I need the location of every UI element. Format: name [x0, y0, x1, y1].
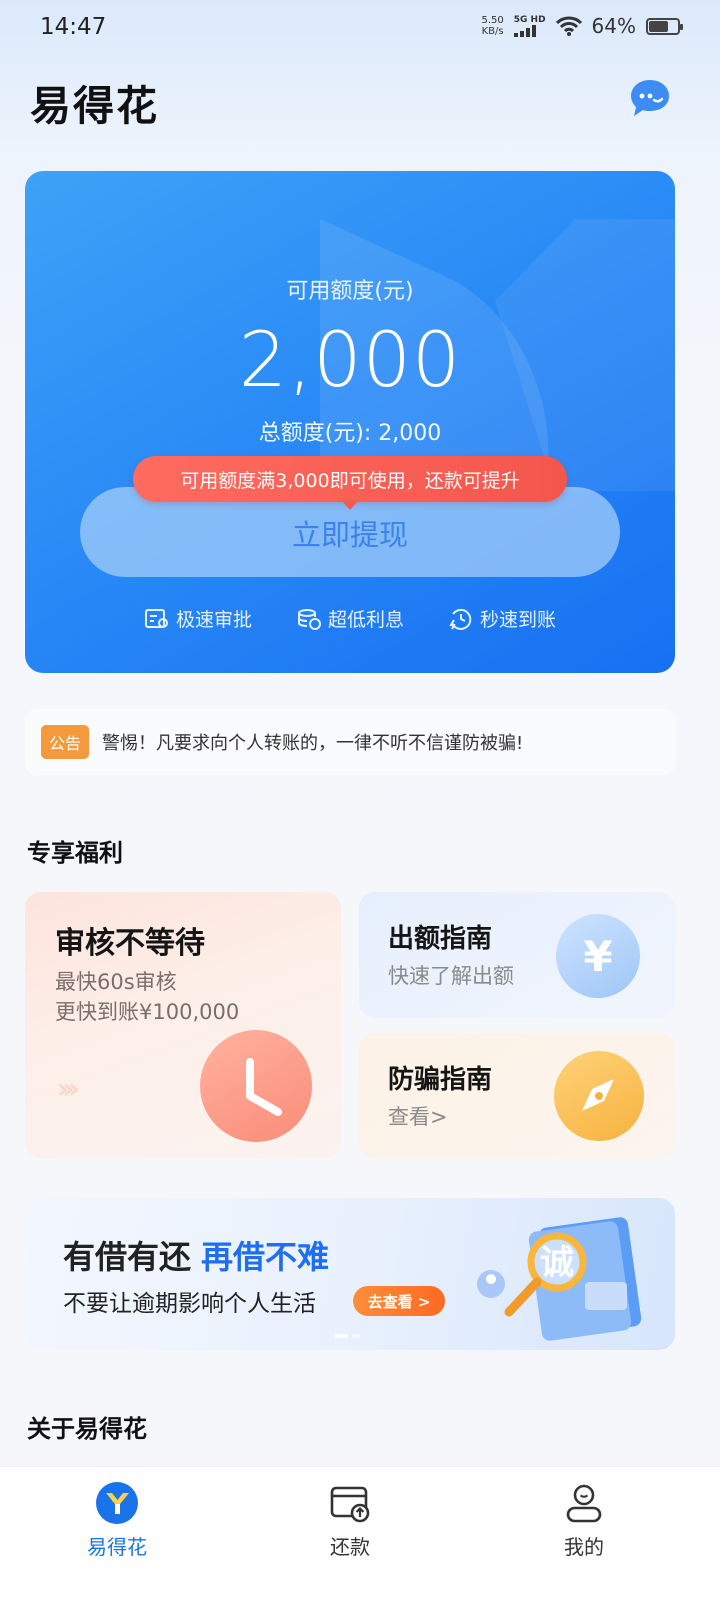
available-credit-label: 可用额度(元) — [286, 279, 414, 304]
total-credit-label: 总额度(元): 2,000 — [258, 421, 442, 446]
network-speed-unit: KB/s — [481, 26, 504, 37]
benefits-section-title: 专享福利 — [27, 839, 123, 867]
credit-card-panel: 可用额度(元) 2,000 总额度(元): 2,000 立即提现 可用额度满3,… — [25, 171, 675, 673]
promo-banner[interactable]: 有借有还 再借不难 不要让逾期影响个人生活 去查看 > 诚 — [25, 1198, 675, 1350]
fast-review-line1: 最快60s审核 — [55, 970, 177, 994]
feature-list: 极速审批 超低利息 秒速到账 — [25, 605, 675, 632]
nav-repay-label: 还款 — [330, 1535, 370, 1559]
quota-guide-title: 出额指南 — [388, 924, 493, 954]
signal-indicator: 5G HD — [513, 15, 546, 37]
nav-repay[interactable]: 还款 — [280, 1481, 420, 1560]
network-speed-value: 5.50 — [481, 15, 504, 26]
clock-icon — [200, 1030, 312, 1142]
status-time: 14:47 — [40, 14, 107, 40]
notice-tag: 公告 — [41, 725, 90, 759]
bottom-nav: 易得花 还款 我的 — [0, 1466, 720, 1612]
feature-fast-approval: 极速审批 — [144, 605, 252, 632]
status-bar: 14:47 5.50 KB/s 5G HD 64% — [0, 0, 720, 56]
quota-guide-subtitle: 快速了解出额 — [388, 964, 514, 988]
notice-bar[interactable]: 公告 警惕！凡要求向个人转账的，一律不听不信谨防被骗! — [25, 709, 675, 775]
wifi-icon — [555, 16, 582, 36]
nav-profile[interactable]: 我的 — [514, 1481, 654, 1560]
quota-guide-card[interactable]: 出额指南 快速了解出额 ¥ — [359, 892, 675, 1018]
credit-book-icon: 诚 — [477, 1217, 642, 1341]
battery-percent: 64% — [591, 14, 636, 38]
network-speed: 5.50 KB/s — [481, 15, 503, 37]
fast-review-card[interactable]: 审核不等待 最快60s审核 更快到账¥100,000 ››› — [25, 892, 341, 1158]
arrows-decoration: ››› — [57, 1072, 79, 1105]
home-logo-icon — [96, 1482, 138, 1524]
feature-low-interest: 超低利息 — [296, 605, 404, 632]
signal-bars-icon — [513, 25, 536, 37]
feature-label: 极速审批 — [175, 609, 252, 631]
promo-subtitle: 不要让逾期影响个人生活 — [63, 1291, 316, 1317]
notice-text: 警惕！凡要求向个人转账的，一律不听不信谨防被骗! — [102, 733, 524, 754]
carousel-dot-active — [334, 1334, 348, 1338]
promo-headline: 有借有还 再借不难 — [63, 1232, 329, 1278]
clock-fast-icon — [449, 608, 472, 630]
nav-profile-label: 我的 — [564, 1535, 604, 1559]
feature-label: 超低利息 — [327, 609, 404, 631]
repay-card-icon — [330, 1486, 370, 1523]
available-credit-amount: 2,000 — [238, 315, 462, 404]
fast-review-title: 审核不等待 — [55, 926, 205, 961]
carousel-dot — [352, 1334, 360, 1338]
chat-bubble-icon[interactable] — [628, 76, 672, 120]
feature-instant-arrival: 秒速到账 — [448, 605, 556, 632]
carousel-dots — [334, 1334, 360, 1338]
feature-label: 秒速到账 — [480, 609, 557, 631]
promo-view-button[interactable]: 去查看 > — [353, 1286, 445, 1316]
coins-icon — [297, 608, 321, 630]
fraud-guide-card[interactable]: 防骗指南 查看> — [359, 1033, 675, 1159]
fast-review-line2: 更快到账¥100,000 — [55, 1000, 240, 1024]
nav-home[interactable]: 易得花 — [47, 1481, 187, 1560]
profile-icon — [566, 1484, 602, 1523]
fraud-guide-title: 防骗指南 — [388, 1065, 493, 1095]
usage-tip-badge: 可用额度满3,000即可使用，还款可提升 — [133, 456, 567, 510]
approval-icon — [144, 608, 168, 628]
promo-headline-b: 再借不难 — [201, 1238, 330, 1276]
about-section-title: 关于易得花 — [27, 1415, 147, 1443]
fraud-guide-link[interactable]: 查看> — [388, 1101, 448, 1131]
status-indicators: 5.50 KB/s 5G HD 64% — [481, 14, 683, 38]
yen-icon: ¥ — [556, 914, 640, 998]
compass-icon — [554, 1051, 644, 1141]
signal-label: 5G HD — [513, 15, 546, 25]
svg-text:诚: 诚 — [540, 1243, 574, 1283]
battery-icon — [646, 17, 683, 35]
app-title: 易得花 — [30, 82, 159, 130]
nav-home-label: 易得花 — [87, 1535, 147, 1559]
promo-headline-a: 有借有还 — [63, 1238, 192, 1276]
